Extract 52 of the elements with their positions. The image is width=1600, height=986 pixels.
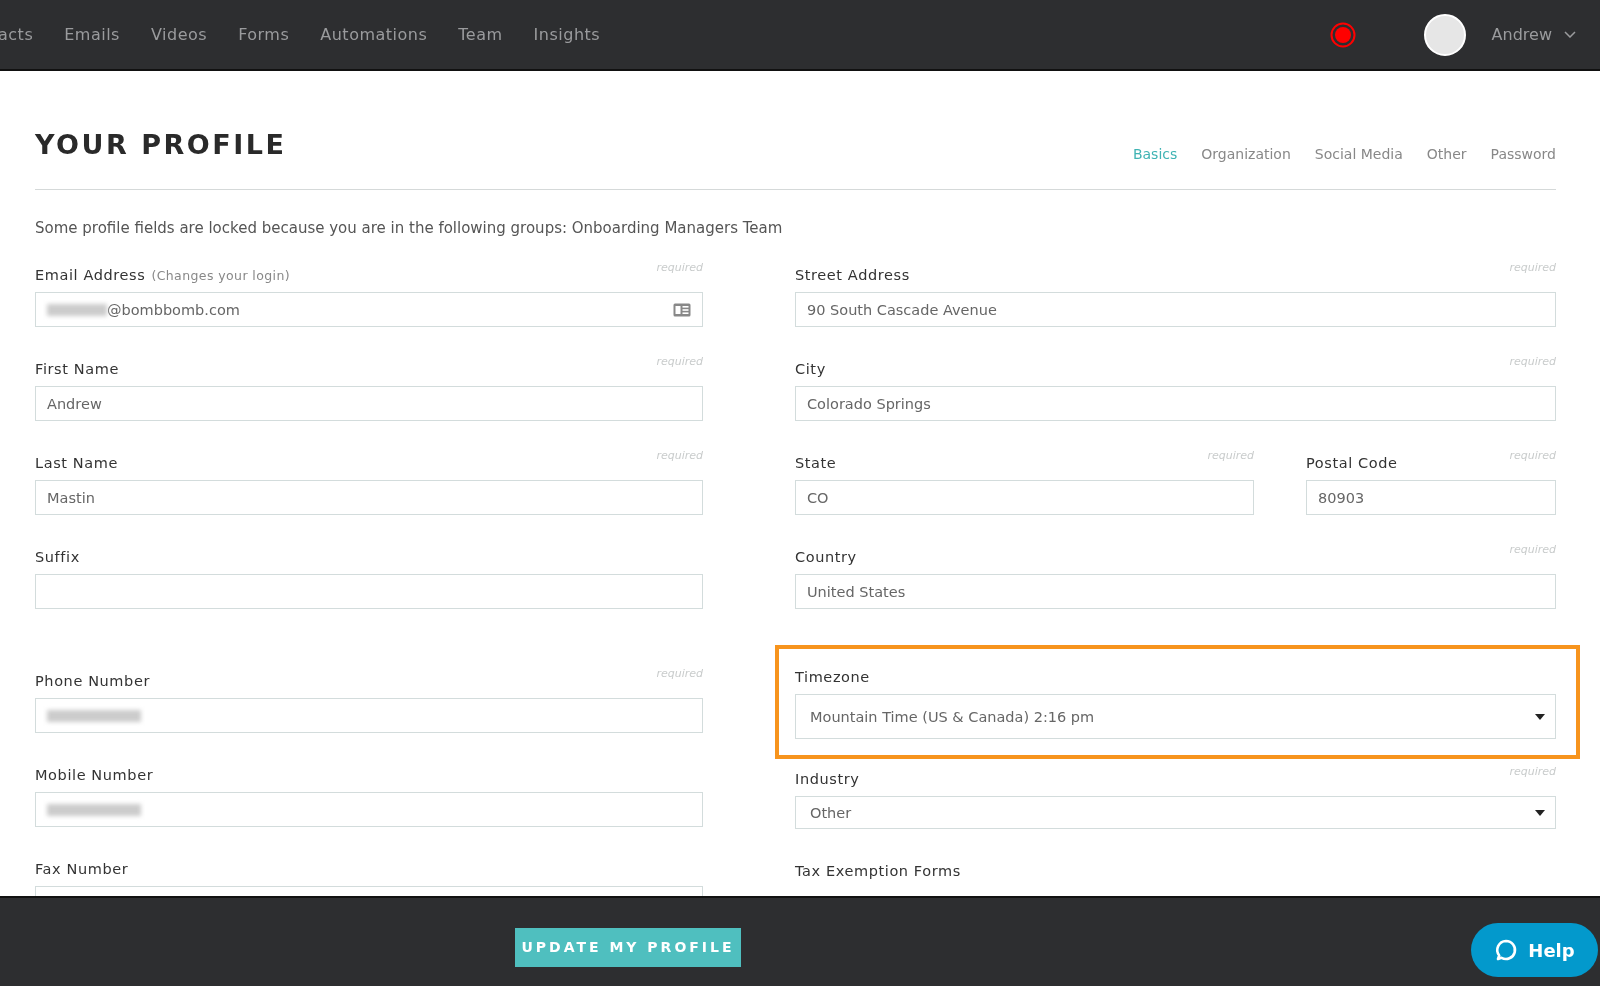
nav-link[interactable]: Team [458,25,503,44]
text-field[interactable] [35,792,703,827]
nav-link[interactable]: Automations [320,25,428,44]
field-label: Fax Number [35,861,129,877]
select-field[interactable]: Other [795,796,1556,829]
contact-card-icon [673,302,691,317]
help-button[interactable]: Help [1471,923,1598,977]
page-title: YOUR PROFILE [35,129,287,160]
chat-bubble-icon [1494,938,1519,962]
redacted-text [47,303,107,316]
user-menu[interactable]: Andrew [1485,24,1582,45]
nav-link[interactable]: Forms [238,25,290,44]
field-label: Tax Exemption Forms [795,863,961,879]
field-label: Street Address [795,267,910,283]
text-field[interactable]: Colorado Springs [795,386,1556,421]
text-field[interactable]: Andrew [35,386,703,421]
text-field[interactable] [35,698,703,733]
profile-tab[interactable]: Organization [1201,146,1291,162]
caret-icon [1535,713,1545,720]
record-icon[interactable] [1329,21,1356,48]
text-field[interactable] [35,574,703,609]
caret-icon [1535,809,1545,816]
profile-tab[interactable]: Other [1426,146,1467,162]
field-label: City [795,361,826,377]
field-label: Mobile Number [35,767,154,783]
chevron-icon [1564,31,1576,38]
nav-link[interactable]: Videos [150,25,208,44]
text-field[interactable]: 90 South Cascade Avenue [795,292,1556,327]
field-label: Email Address [35,267,146,283]
locked-notice: Some profile fields are locked because you are in the following groups: Onboarding Managers Team [35,219,784,237]
field-label: First Name [35,361,119,377]
field-label: Industry [795,771,860,787]
nav-link[interactable]: Insights [533,25,601,44]
field-label: Phone Number [35,673,150,689]
text-field[interactable]: 80903 [1306,480,1556,515]
text-field[interactable]: CO [795,480,1254,515]
field-label: Postal Code [1306,455,1398,471]
text-field[interactable]: United States [795,574,1556,609]
text-field[interactable]: Mastin [35,480,703,515]
field-label: Timezone [795,669,870,685]
text-field[interactable]: @bombbomb.com [35,292,703,327]
field-label: Country [795,549,857,565]
profile-tab[interactable]: Password [1490,146,1556,162]
profile-tab[interactable]: Social Media [1314,146,1403,162]
select-field[interactable]: Mountain Time (US & Canada) 2:16 pm [795,694,1556,739]
field-label: State [795,455,837,471]
avatar[interactable] [1423,13,1466,56]
nav-link[interactable]: Emails [64,25,120,44]
field-label: Suffix [35,549,80,565]
field-label: Last Name [35,455,118,471]
field-note: (Changes your login) [151,268,291,283]
profile-tab[interactable]: Basics [1132,146,1178,162]
